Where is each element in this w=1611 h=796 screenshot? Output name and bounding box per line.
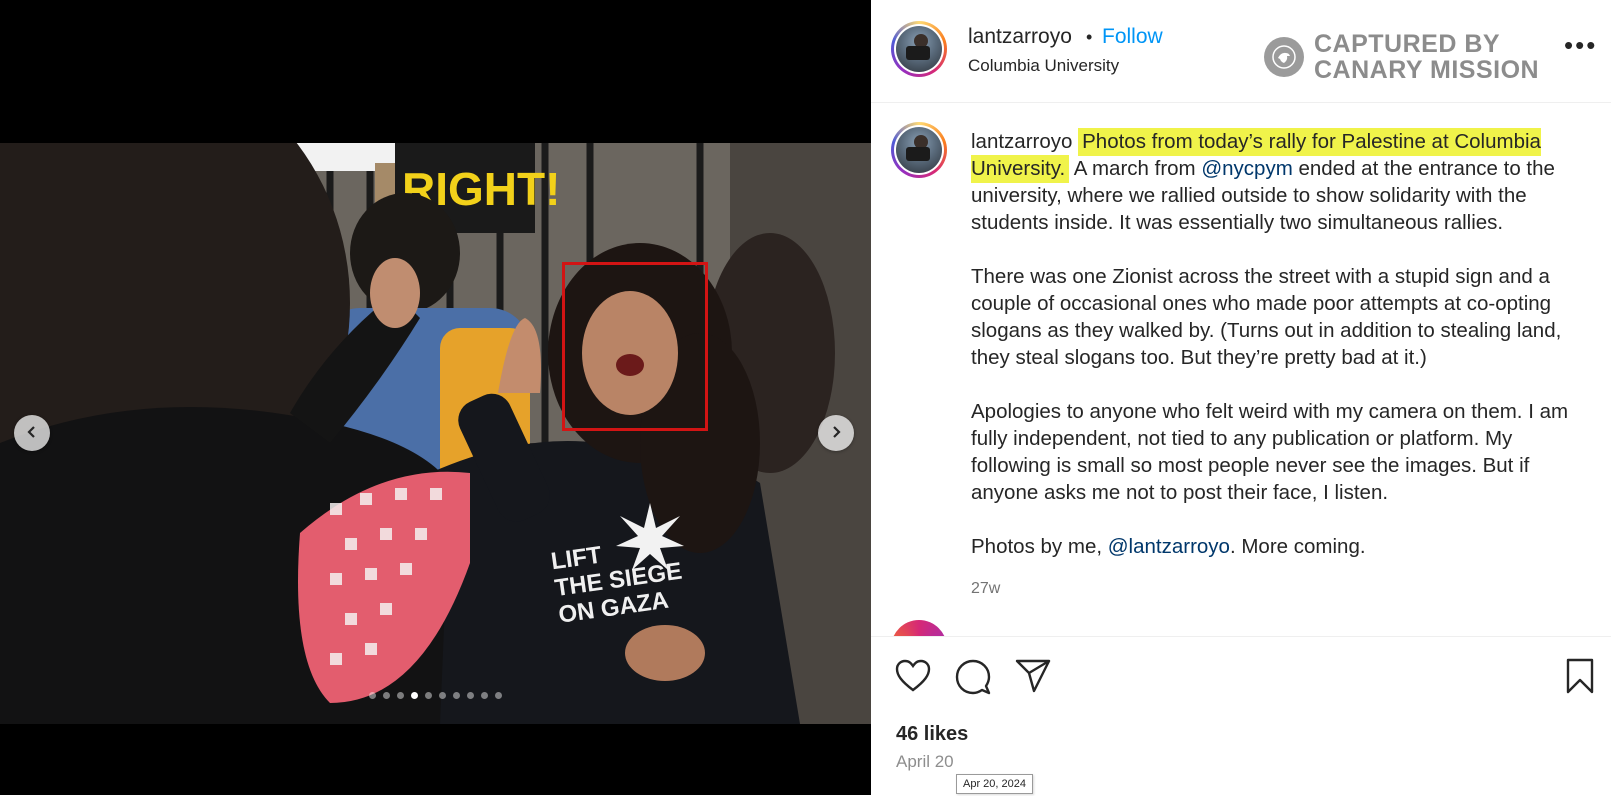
chevron-right-icon	[829, 423, 843, 444]
date-tooltip: Apr 20, 2024	[956, 774, 1033, 794]
carousel-dot	[369, 692, 376, 699]
carousel-dot	[397, 692, 404, 699]
avatar-photo	[896, 127, 942, 173]
carousel-dot	[439, 692, 446, 699]
caption-paragraph-2: There was one Zionist across the street …	[971, 265, 1562, 369]
canary-mission-watermark: CAPTURED BY CANARY MISSION	[1264, 31, 1539, 83]
caption-text: A march from	[1069, 157, 1202, 180]
avatar-photo	[896, 26, 942, 72]
follow-button[interactable]: Follow	[1102, 25, 1163, 49]
carousel-dot	[453, 692, 460, 699]
mention-link[interactable]: @nycpym	[1201, 157, 1292, 180]
caption-text: Photos by me,	[971, 535, 1108, 558]
carousel-indicator	[0, 692, 871, 699]
watermark-line1: CAPTURED BY	[1314, 30, 1501, 58]
carousel-dot	[425, 692, 432, 699]
comment-icon[interactable]	[955, 659, 991, 700]
comments-section: lantzarroyo Photos from today’s rally fo…	[871, 103, 1611, 636]
bookmark-icon[interactable]	[1565, 658, 1595, 699]
carousel-dot	[411, 692, 418, 699]
carousel-dot	[383, 692, 390, 699]
post-photo: RIGHT! LIFT THE SIEGE ON GAZA	[0, 143, 871, 724]
post-header: lantzarroyo • Follow Columbia University…	[871, 0, 1611, 103]
chevron-left-icon	[25, 423, 39, 444]
carousel-dot	[481, 692, 488, 699]
share-icon[interactable]	[1015, 659, 1051, 698]
post-side-panel: lantzarroyo • Follow Columbia University…	[871, 0, 1611, 796]
caption-author-avatar[interactable]	[891, 122, 947, 178]
caption-paragraph-3: Apologies to anyone who felt weird with …	[971, 400, 1569, 504]
caption-timestamp[interactable]: 27w	[971, 575, 1591, 602]
canary-logo-icon	[1264, 37, 1304, 77]
carousel-dot	[495, 692, 502, 699]
heart-icon[interactable]	[895, 659, 931, 698]
author-username[interactable]: lantzarroyo	[968, 25, 1072, 49]
more-options-button[interactable]: •••	[1564, 30, 1597, 61]
watermark-line2: CANARY MISSION	[1314, 56, 1540, 84]
post-actions: 46 likes April 20 Apr 20, 2024	[871, 636, 1611, 796]
carousel-dot	[467, 692, 474, 699]
carousel-next-button[interactable]	[818, 415, 854, 451]
caption-username[interactable]: lantzarroyo	[971, 130, 1072, 153]
caption-text: . More coming.	[1229, 535, 1366, 558]
post-date[interactable]: April 20	[896, 752, 954, 772]
separator-dot: •	[1086, 27, 1093, 47]
carousel-prev-button[interactable]	[14, 415, 50, 451]
next-comment-avatar[interactable]	[891, 620, 947, 636]
author-avatar[interactable]	[891, 21, 947, 77]
photo-illustration: RIGHT! LIFT THE SIEGE ON GAZA	[0, 143, 871, 724]
post-location[interactable]: Columbia University	[968, 56, 1119, 76]
post-caption: lantzarroyo Photos from today’s rally fo…	[971, 128, 1591, 602]
like-count[interactable]: 46 likes	[896, 723, 968, 746]
face-annotation-box	[562, 262, 708, 431]
media-viewer: RIGHT! LIFT THE SIEGE ON GAZA	[0, 0, 871, 795]
mention-link[interactable]: @lantzarroyo	[1108, 535, 1230, 558]
